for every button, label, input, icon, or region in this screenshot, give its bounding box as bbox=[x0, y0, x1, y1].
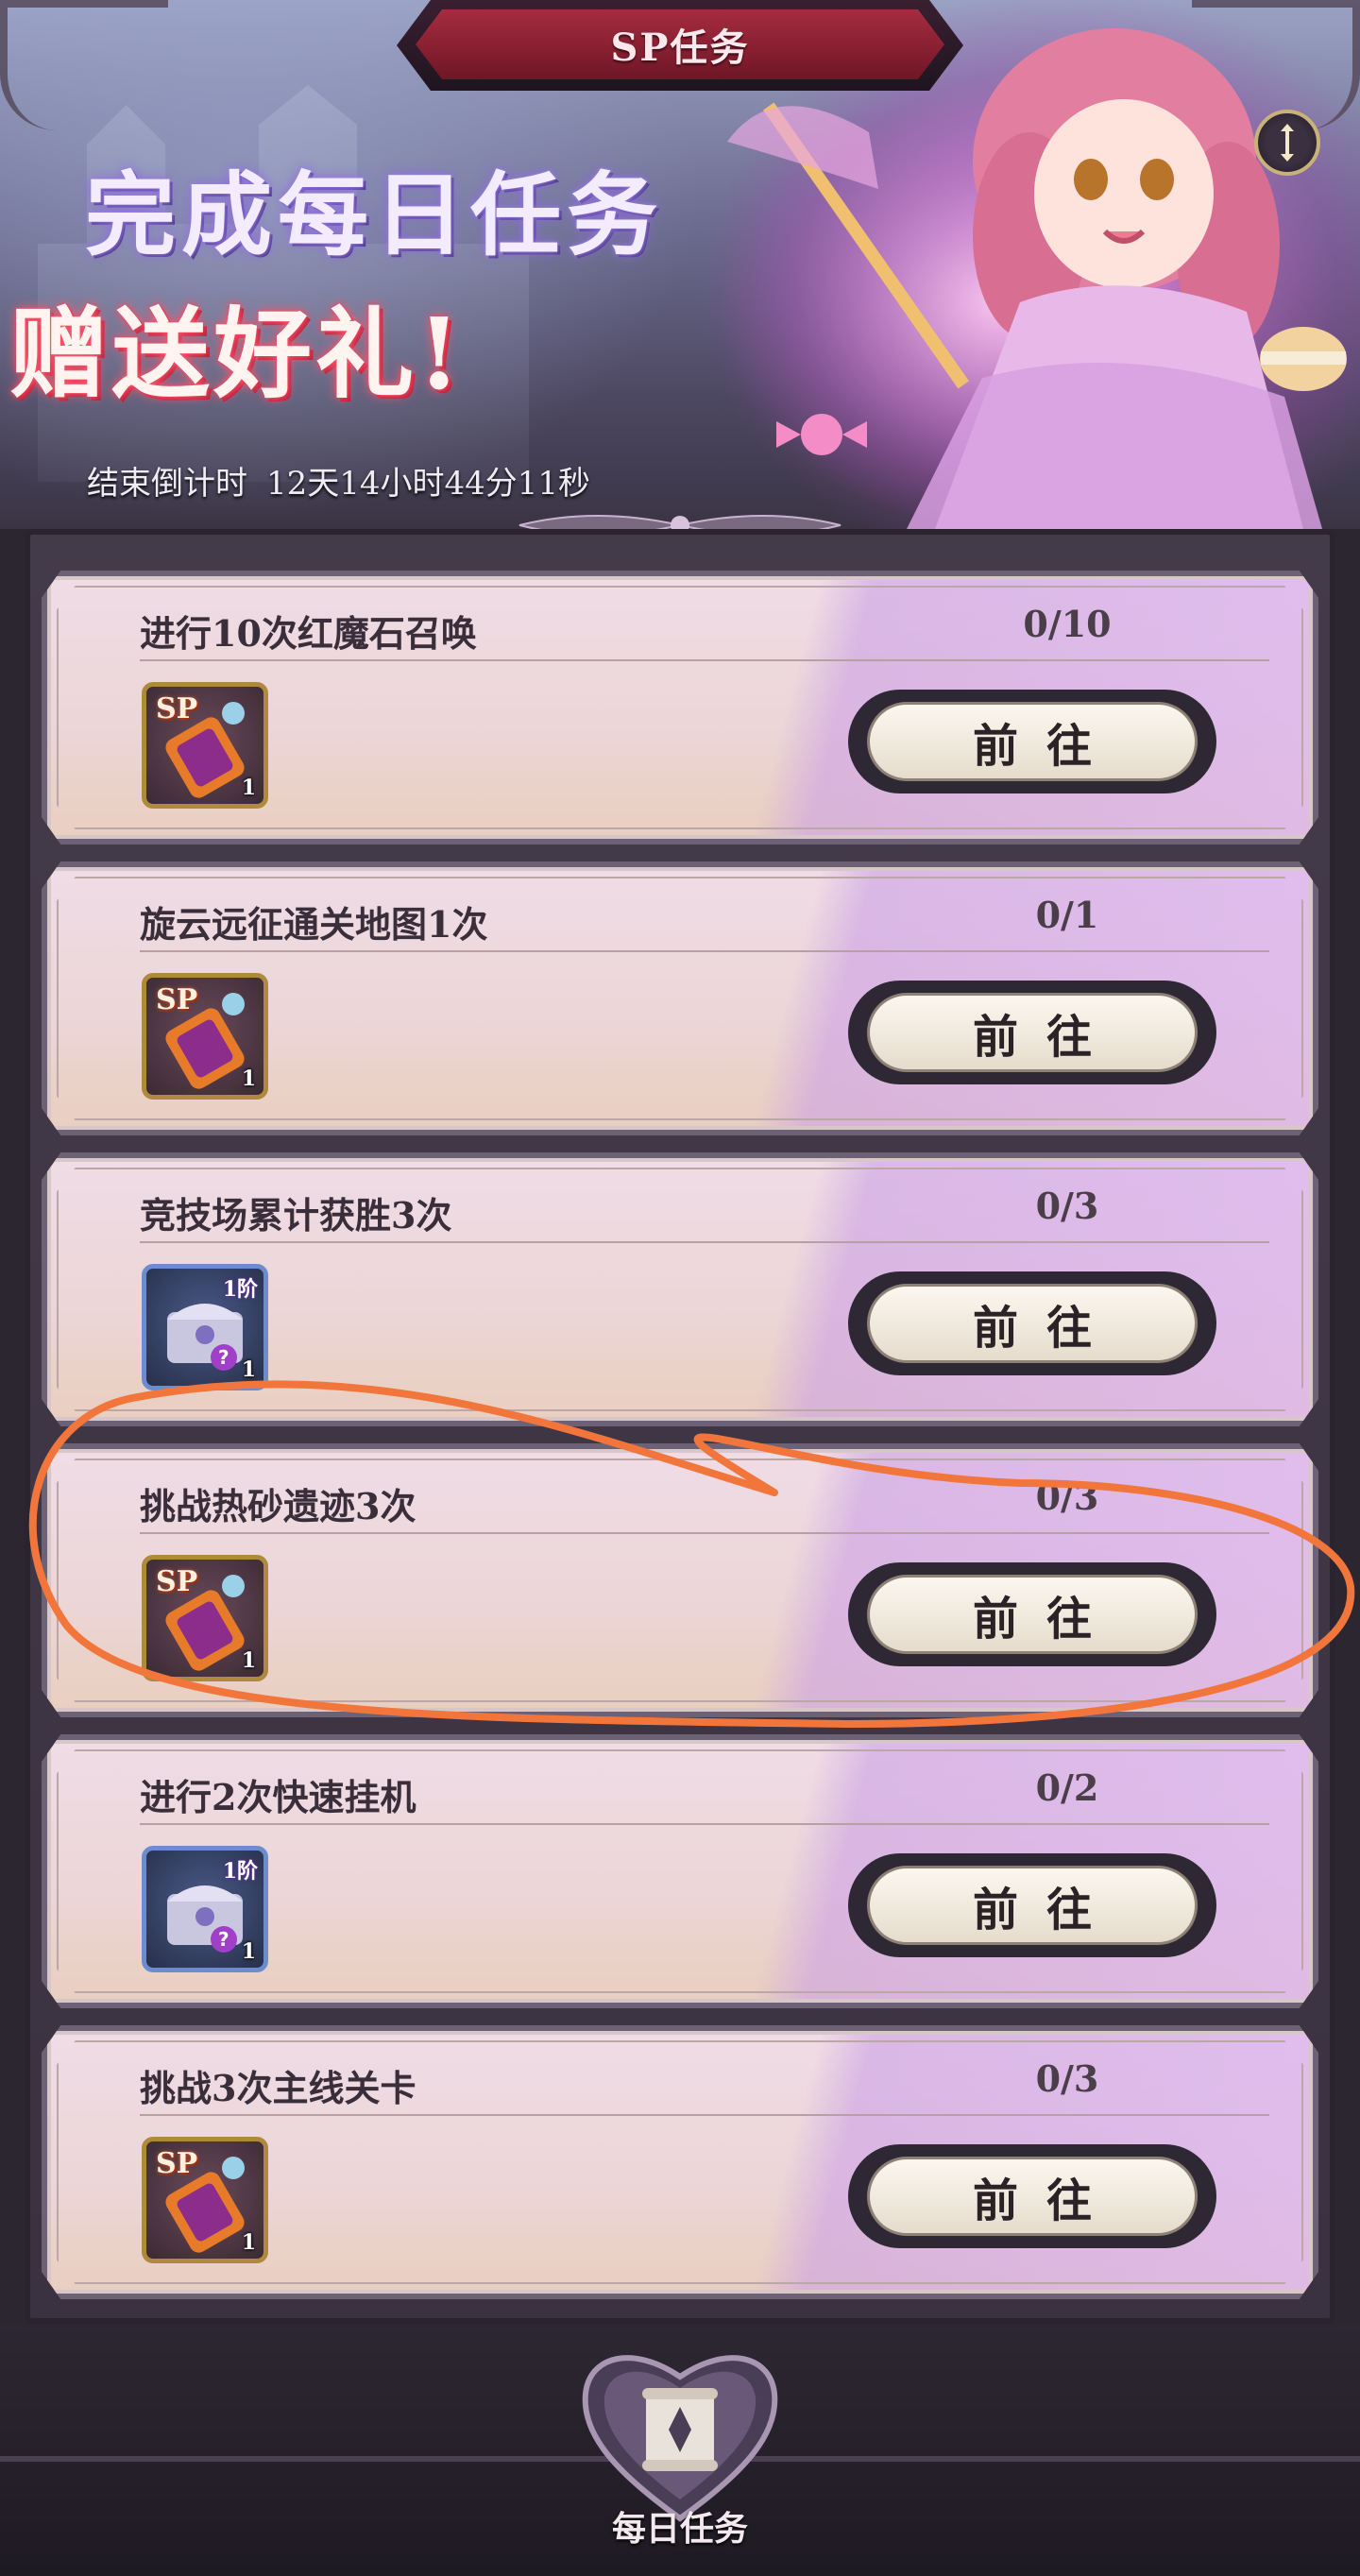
exclamation-icon bbox=[1281, 124, 1294, 162]
go-button[interactable]: 前往 bbox=[848, 690, 1216, 793]
task-title: 进行10次红魔石召唤 bbox=[140, 612, 477, 655]
go-button[interactable]: 前往 bbox=[848, 1853, 1216, 1957]
task-card: 挑战热砂遗迹3次 0/3 SP 1 前往 bbox=[42, 1443, 1318, 1717]
countdown-label: 结束倒计时 bbox=[87, 465, 247, 503]
task-divider bbox=[140, 1823, 1269, 1825]
reward-sp-scroll-icon[interactable]: SP 1 bbox=[142, 973, 268, 1100]
daily-task-tab[interactable] bbox=[576, 2339, 784, 2528]
task-card: 竞技场累计获胜3次 0/3 ? 1阶 1 前往 bbox=[42, 1152, 1318, 1426]
reward-count: 1 bbox=[241, 1357, 256, 1382]
page-title: SP任务 bbox=[610, 26, 750, 70]
reward-badge: 1阶 bbox=[222, 1277, 258, 1302]
reward-count: 1 bbox=[241, 776, 256, 800]
go-button-label: 前往 bbox=[867, 993, 1198, 1072]
task-title: 旋云远征通关地图1次 bbox=[140, 903, 488, 946]
go-button[interactable]: 前往 bbox=[848, 1271, 1216, 1375]
countdown-value: 12天14小时44分11秒 bbox=[266, 465, 591, 503]
go-button-label: 前往 bbox=[867, 702, 1198, 781]
reward-sp-scroll-icon[interactable]: SP 1 bbox=[142, 682, 268, 809]
go-button-label: 前往 bbox=[867, 2157, 1198, 2236]
task-card: 进行2次快速挂机 0/2 ? 1阶 1 前往 bbox=[42, 1734, 1318, 2008]
reward-mystery-chest-icon[interactable]: ? 1阶 1 bbox=[142, 1264, 268, 1390]
reward-badge: SP bbox=[156, 1565, 198, 1598]
go-button[interactable]: 前往 bbox=[848, 981, 1216, 1084]
task-progress: 0/10 bbox=[1023, 603, 1112, 645]
go-button[interactable]: 前往 bbox=[848, 1562, 1216, 1666]
task-title: 挑战热砂遗迹3次 bbox=[140, 1485, 416, 1527]
reward-badge: SP bbox=[156, 2147, 198, 2180]
countdown: 结束倒计时 12天14小时44分11秒 bbox=[87, 457, 590, 503]
reward-count: 1 bbox=[241, 1066, 256, 1091]
svg-text:?: ? bbox=[218, 1928, 230, 1951]
task-card: 进行10次红魔石召唤 0/10 SP 1 前往 bbox=[42, 571, 1318, 844]
task-card: 旋云远征通关地图1次 0/1 SP 1 前往 bbox=[42, 862, 1318, 1135]
reward-badge: SP bbox=[156, 983, 198, 1016]
svg-text:?: ? bbox=[218, 1346, 230, 1369]
corner-ornament-left bbox=[0, 0, 168, 130]
go-button-label: 前往 bbox=[867, 1575, 1198, 1654]
task-progress: 0/3 bbox=[1035, 1476, 1099, 1518]
reward-badge: SP bbox=[156, 692, 198, 725]
task-divider bbox=[140, 1241, 1269, 1243]
go-button-label: 前往 bbox=[867, 1284, 1198, 1363]
reward-badge: 1阶 bbox=[222, 1859, 258, 1884]
reward-count: 1 bbox=[241, 1648, 256, 1673]
go-button-label: 前往 bbox=[867, 1866, 1198, 1945]
go-button[interactable]: 前往 bbox=[848, 2144, 1216, 2248]
task-title: 进行2次快速挂机 bbox=[140, 1776, 416, 1818]
task-divider bbox=[140, 2114, 1269, 2116]
info-button[interactable] bbox=[1254, 110, 1320, 176]
reward-count: 1 bbox=[241, 2230, 256, 2255]
task-progress: 0/1 bbox=[1035, 894, 1099, 936]
task-progress: 0/2 bbox=[1035, 1766, 1099, 1809]
task-title: 竞技场累计获胜3次 bbox=[140, 1194, 452, 1237]
task-title: 挑战3次主线关卡 bbox=[140, 2067, 416, 2109]
daily-task-label: 每日任务 bbox=[611, 2509, 748, 2549]
scroll-icon bbox=[642, 2388, 718, 2471]
task-card: 挑战3次主线关卡 0/3 SP 1 前往 bbox=[42, 2025, 1318, 2299]
task-divider bbox=[140, 1532, 1269, 1534]
event-banner: SP任务 完成每日任务 赠送好礼! 结束倒计时 12天14小时44分11秒 bbox=[0, 0, 1360, 529]
reward-sp-scroll-icon[interactable]: SP 1 bbox=[142, 2137, 268, 2263]
reward-count: 1 bbox=[241, 1939, 256, 1964]
event-headline: 完成每日任务 bbox=[85, 162, 663, 268]
task-progress: 0/3 bbox=[1035, 1185, 1099, 1227]
task-divider bbox=[140, 950, 1269, 952]
task-divider bbox=[140, 659, 1269, 661]
event-subheadline: 赠送好礼! bbox=[9, 296, 465, 412]
task-progress: 0/3 bbox=[1035, 2057, 1099, 2100]
reward-sp-scroll-icon[interactable]: SP 1 bbox=[142, 1555, 268, 1681]
reward-mystery-chest-icon[interactable]: ? 1阶 1 bbox=[142, 1846, 268, 1972]
